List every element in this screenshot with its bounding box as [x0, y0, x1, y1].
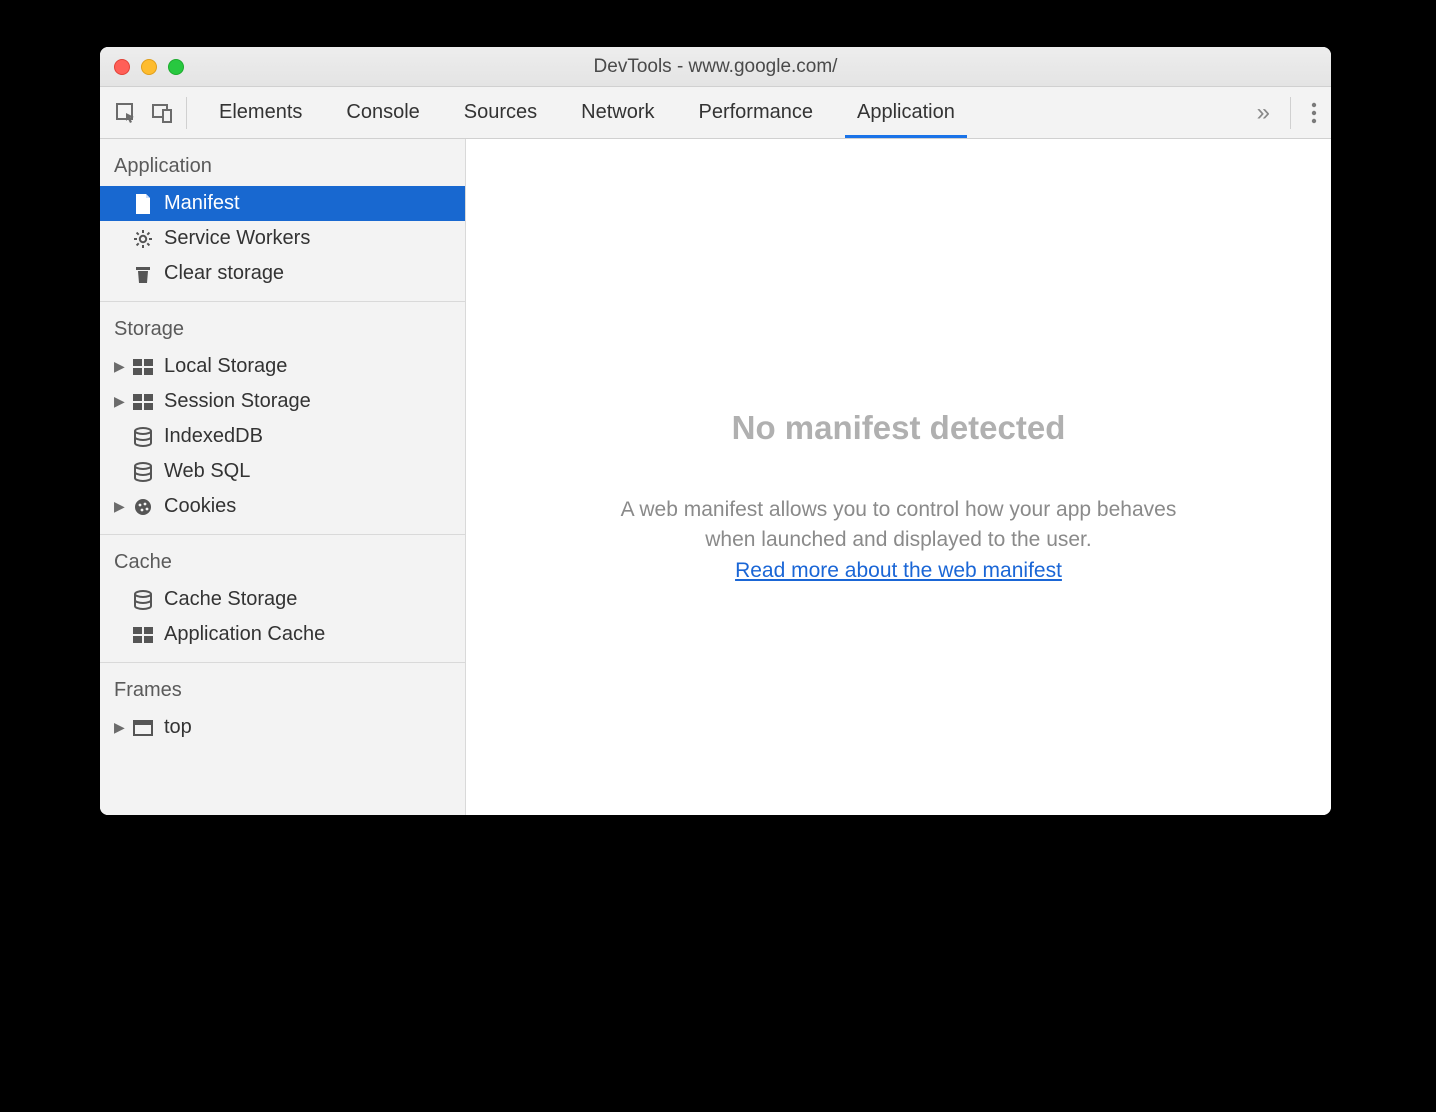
section-head-frames: Frames [100, 663, 465, 710]
main-panel: No manifest detected A web manifest allo… [466, 139, 1331, 815]
tab-sources[interactable]: Sources [442, 87, 559, 138]
sidebar-item-web-sql[interactable]: ▶ Web SQL [100, 454, 465, 489]
sidebar-item-label: Web SQL [164, 460, 250, 483]
separator [186, 97, 187, 129]
minimize-window-button[interactable] [141, 59, 157, 75]
sidebar-item-label: Manifest [164, 192, 240, 215]
cookie-icon [132, 496, 154, 518]
document-icon [132, 193, 154, 215]
tab-label: Network [581, 101, 654, 124]
maximize-window-button[interactable] [168, 59, 184, 75]
sidebar: Application ▶ Manifest ▶ Service Workers [100, 139, 466, 815]
sidebar-item-label: Session Storage [164, 390, 311, 413]
inspect-element-icon[interactable] [110, 97, 142, 129]
frame-icon [132, 717, 154, 739]
database-icon [132, 461, 154, 483]
sidebar-item-label: top [164, 716, 192, 739]
device-toolbar-icon[interactable] [146, 97, 178, 129]
sidebar-item-manifest[interactable]: ▶ Manifest [100, 186, 465, 221]
close-window-button[interactable] [114, 59, 130, 75]
sidebar-item-cache-storage[interactable]: ▶ Cache Storage [100, 582, 465, 617]
manifest-description-block: A web manifest allows you to control how… [619, 495, 1179, 586]
sidebar-item-label: Clear storage [164, 262, 284, 285]
tab-label: Elements [219, 101, 302, 124]
sidebar-item-label: Cookies [164, 495, 236, 518]
disclosure-triangle-icon[interactable]: ▶ [114, 358, 126, 375]
tab-label: Performance [699, 101, 814, 124]
manifest-description: A web manifest allows you to control how… [621, 498, 1177, 551]
sidebar-item-indexeddb[interactable]: ▶ IndexedDB [100, 419, 465, 454]
sidebar-item-label: IndexedDB [164, 425, 263, 448]
trash-icon [132, 263, 154, 285]
body: Application ▶ Manifest ▶ Service Workers [100, 139, 1331, 815]
section-cache: Cache ▶ Cache Storage ▶ Application Cach… [100, 535, 465, 663]
section-storage: Storage ▶ Local Storage ▶ Session Storag… [100, 302, 465, 535]
separator [1290, 97, 1291, 129]
tabbar-right: » [1257, 97, 1331, 129]
section-head-cache: Cache [100, 535, 465, 582]
sidebar-item-label: Application Cache [164, 623, 325, 646]
sidebar-item-label: Cache Storage [164, 588, 297, 611]
sidebar-item-local-storage[interactable]: ▶ Local Storage [100, 349, 465, 384]
disclosure-triangle-icon[interactable]: ▶ [114, 393, 126, 410]
tab-elements[interactable]: Elements [197, 87, 324, 138]
tab-label: Application [857, 101, 955, 124]
tabs: Elements Console Sources Network Perform… [197, 87, 977, 138]
section-application: Application ▶ Manifest ▶ Service Workers [100, 139, 465, 302]
sidebar-item-label: Local Storage [164, 355, 287, 378]
manifest-heading: No manifest detected [732, 409, 1066, 447]
sidebar-item-top-frame[interactable]: ▶ top [100, 710, 465, 745]
tab-performance[interactable]: Performance [677, 87, 836, 138]
window-title: DevTools - www.google.com/ [100, 56, 1331, 78]
disclosure-triangle-icon[interactable]: ▶ [114, 719, 126, 736]
sidebar-item-service-workers[interactable]: ▶ Service Workers [100, 221, 465, 256]
kebab-menu-icon[interactable] [1311, 101, 1317, 125]
table-icon [132, 356, 154, 378]
table-icon [132, 624, 154, 646]
disclosure-triangle-icon[interactable]: ▶ [114, 498, 126, 515]
tabs-overflow-icon[interactable]: » [1257, 99, 1270, 127]
manifest-read-more-link[interactable]: Read more about the web manifest [735, 559, 1062, 582]
sidebar-item-application-cache[interactable]: ▶ Application Cache [100, 617, 465, 652]
sidebar-item-label: Service Workers [164, 227, 310, 250]
tab-network[interactable]: Network [559, 87, 676, 138]
sidebar-item-cookies[interactable]: ▶ Cookies [100, 489, 465, 524]
table-icon [132, 391, 154, 413]
devtools-window: DevTools - www.google.com/ Elements Cons… [100, 47, 1331, 815]
tab-label: Console [346, 101, 419, 124]
titlebar: DevTools - www.google.com/ [100, 47, 1331, 87]
tab-label: Sources [464, 101, 537, 124]
section-frames: Frames ▶ top [100, 663, 465, 755]
tab-application[interactable]: Application [835, 87, 977, 138]
gear-icon [132, 228, 154, 250]
tabbar: Elements Console Sources Network Perform… [100, 87, 1331, 139]
database-icon [132, 589, 154, 611]
sidebar-item-session-storage[interactable]: ▶ Session Storage [100, 384, 465, 419]
traffic-lights [100, 59, 184, 75]
sidebar-item-clear-storage[interactable]: ▶ Clear storage [100, 256, 465, 291]
database-icon [132, 426, 154, 448]
section-head-storage: Storage [100, 302, 465, 349]
tab-console[interactable]: Console [324, 87, 441, 138]
section-head-application: Application [100, 139, 465, 186]
